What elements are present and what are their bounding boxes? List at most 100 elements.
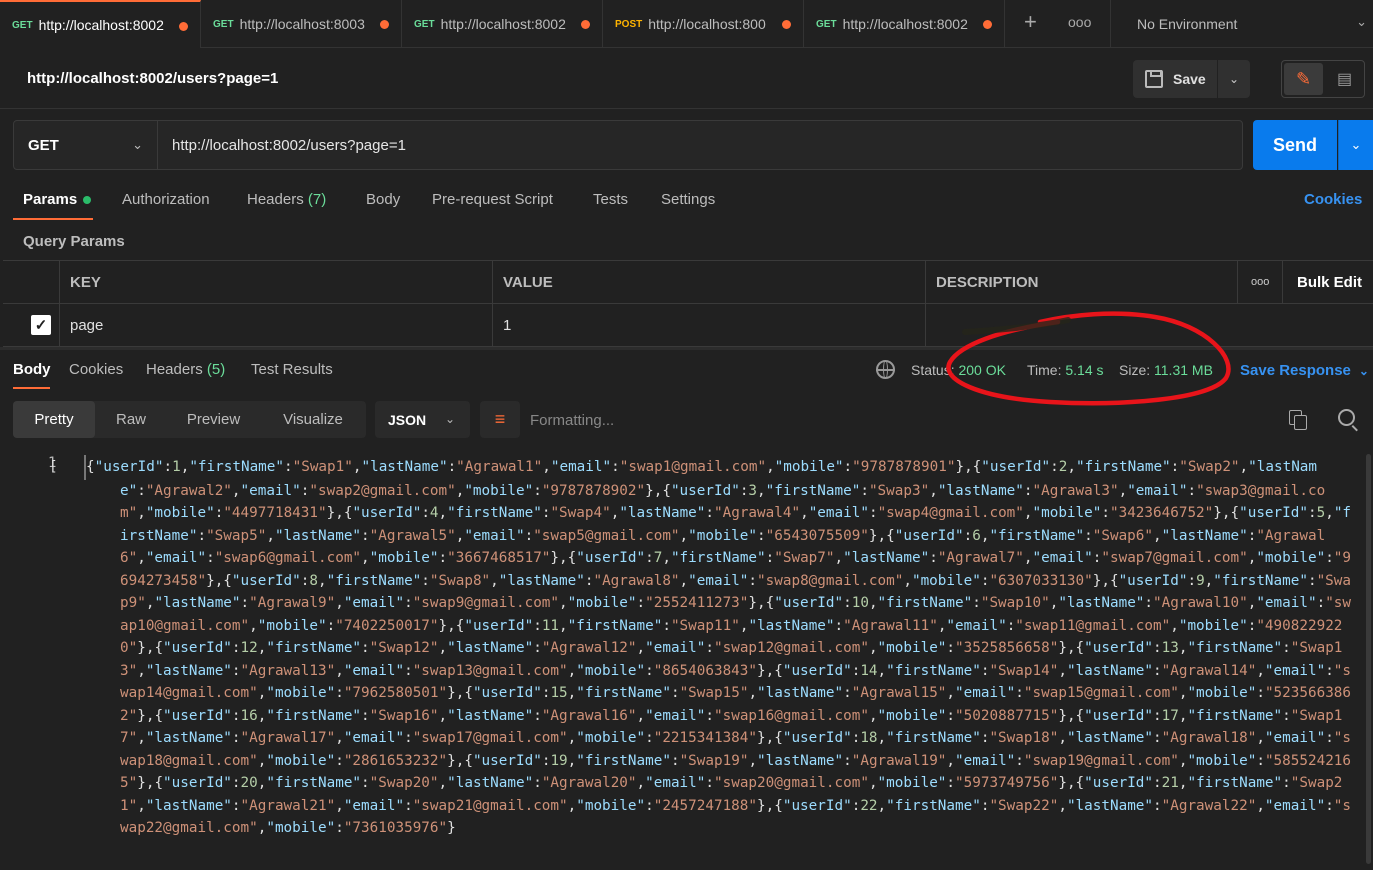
vertical-scrollbar[interactable]	[1366, 454, 1371, 864]
response-body-editor[interactable]: 1 [{"userId":1,"firstName":"Swap1","last…	[0, 452, 1373, 870]
json-comma: ,	[137, 550, 146, 566]
param-value[interactable]: 1	[493, 304, 926, 347]
json-colon: :	[645, 662, 654, 679]
globe-icon[interactable]	[876, 360, 895, 379]
tab-body[interactable]: Body	[366, 191, 400, 208]
tab-method: GET	[816, 18, 837, 30]
json-colon: :	[1325, 550, 1334, 566]
time-indicator[interactable]: Time: 5.14 s	[1027, 362, 1104, 378]
json-number: 14	[860, 662, 878, 679]
response-divider[interactable]	[0, 347, 1373, 350]
json-comma: ,	[868, 595, 878, 611]
ellipsis-icon[interactable]: ooo	[1068, 14, 1091, 30]
ellipsis-icon[interactable]: ooo	[1238, 261, 1283, 304]
json-colon: :	[946, 640, 956, 656]
json-colon: :	[206, 550, 215, 566]
json-brace: {	[774, 730, 783, 746]
request-tab-4[interactable]: POST http://localhost:800	[603, 0, 804, 48]
save-label: Save	[1173, 71, 1206, 87]
json-string: "Swap12"	[369, 640, 439, 656]
json-key: "mobile"	[911, 572, 981, 589]
size-indicator[interactable]: Size: 11.31 MB	[1119, 362, 1213, 378]
json-key: "email"	[645, 707, 706, 724]
json-key: "userId"	[670, 482, 740, 499]
json-key: "userId"	[94, 459, 164, 475]
json-brace: }	[757, 662, 766, 679]
json-colon: :	[765, 550, 775, 566]
method-selector[interactable]: GET ⌄	[13, 120, 158, 170]
json-brace: }	[645, 482, 654, 499]
response-tab-cookies[interactable]: Cookies	[69, 361, 123, 378]
response-tab-test-results[interactable]: Test Results	[251, 361, 333, 378]
pencil-icon[interactable]: ✎	[1284, 63, 1323, 95]
param-description[interactable]	[926, 304, 1373, 347]
save-button[interactable]: Save	[1133, 60, 1217, 98]
tab-prerequest-script[interactable]: Pre-request Script	[432, 191, 553, 208]
json-string: "Agrawal1"	[456, 459, 543, 475]
json-colon: :	[946, 707, 956, 724]
response-tab-headers[interactable]: Headers (5)	[146, 361, 225, 378]
json-string: "swap19@gmail.com"	[1023, 752, 1179, 769]
param-key[interactable]: page	[60, 304, 493, 347]
json-comma: ,	[1066, 640, 1076, 656]
json-key: "userId"	[352, 505, 422, 521]
json-comma: ,	[679, 572, 689, 589]
mode-preview[interactable]: Preview	[167, 401, 260, 438]
request-tab-1[interactable]: GET http://localhost:8002	[0, 0, 201, 48]
response-tab-body[interactable]: Body	[13, 361, 51, 378]
request-tab-2[interactable]: GET http://localhost:8003	[201, 0, 402, 48]
json-key: "lastName"	[447, 707, 534, 724]
status-indicator[interactable]: Status: 200 OK	[911, 362, 1006, 378]
tab-settings[interactable]: Settings	[661, 191, 715, 208]
json-key: "email"	[145, 550, 207, 566]
request-tab-5[interactable]: GET http://localhost:8002	[804, 0, 1005, 48]
send-options-button[interactable]: ⌄	[1338, 120, 1373, 170]
json-comma: ,	[214, 572, 224, 589]
json-key: "userId"	[774, 595, 844, 611]
response-json[interactable]: [{"userId":1,"firstName":"Swap1","lastNa…	[49, 455, 1354, 840]
checkbox-checked-icon[interactable]: ✓	[31, 315, 51, 335]
send-button[interactable]: Send	[1253, 120, 1337, 170]
mode-raw[interactable]: Raw	[95, 401, 167, 438]
json-key: "firstName"	[189, 459, 284, 475]
json-key: "userId"	[782, 797, 852, 814]
json-key: "firstName"	[886, 662, 981, 679]
json-key: "firstName"	[670, 550, 766, 566]
environment-selector[interactable]: No Environment ⌄	[1110, 0, 1373, 48]
tab-tests[interactable]: Tests	[593, 191, 628, 208]
json-comma: ,	[567, 797, 577, 814]
tab-authorization[interactable]: Authorization	[122, 191, 210, 208]
bulk-edit-button[interactable]: Bulk Edit	[1283, 261, 1373, 304]
mode-pretty[interactable]: Pretty	[13, 401, 95, 438]
json-string: "5020887715"	[955, 707, 1059, 724]
plus-icon[interactable]: +	[1024, 9, 1037, 35]
comment-icon[interactable]: ▤	[1326, 63, 1363, 95]
request-title[interactable]: http://localhost:8002/users?page=1	[27, 70, 278, 87]
json-colon: :	[1187, 482, 1197, 499]
json-string: "2861653232"	[343, 752, 448, 769]
format-selector[interactable]: JSON ⌄	[375, 401, 470, 438]
save-options-button[interactable]: ⌄	[1218, 60, 1250, 98]
json-key: "lastName"	[1058, 595, 1145, 611]
tab-headers[interactable]: Headers (7)	[247, 191, 326, 208]
json-comma: ,	[662, 550, 671, 566]
json-colon: :	[137, 482, 146, 499]
save-response-button[interactable]: Save Response ⌄	[1240, 362, 1369, 379]
cookies-link[interactable]: Cookies	[1304, 191, 1362, 208]
json-comma: ,	[1239, 459, 1249, 475]
mode-visualize[interactable]: Visualize	[260, 401, 366, 438]
json-comma: ,	[757, 482, 766, 499]
json-key: "mobile"	[1256, 550, 1326, 566]
request-tab-3[interactable]: GET http://localhost:8002	[402, 0, 603, 48]
copy-icon[interactable]	[1289, 410, 1307, 430]
json-key: "firstName"	[1075, 459, 1171, 475]
json-colon: :	[1144, 595, 1154, 611]
json-colon: :	[361, 775, 370, 791]
search-icon[interactable]	[1338, 409, 1355, 426]
json-string: "3667468517"	[447, 550, 551, 566]
wrap-lines-icon[interactable]: ≡	[480, 401, 520, 438]
url-input[interactable]	[157, 120, 1243, 170]
save-icon	[1145, 70, 1163, 88]
json-comma: ,	[757, 595, 766, 611]
tab-params[interactable]: Params	[23, 191, 92, 208]
